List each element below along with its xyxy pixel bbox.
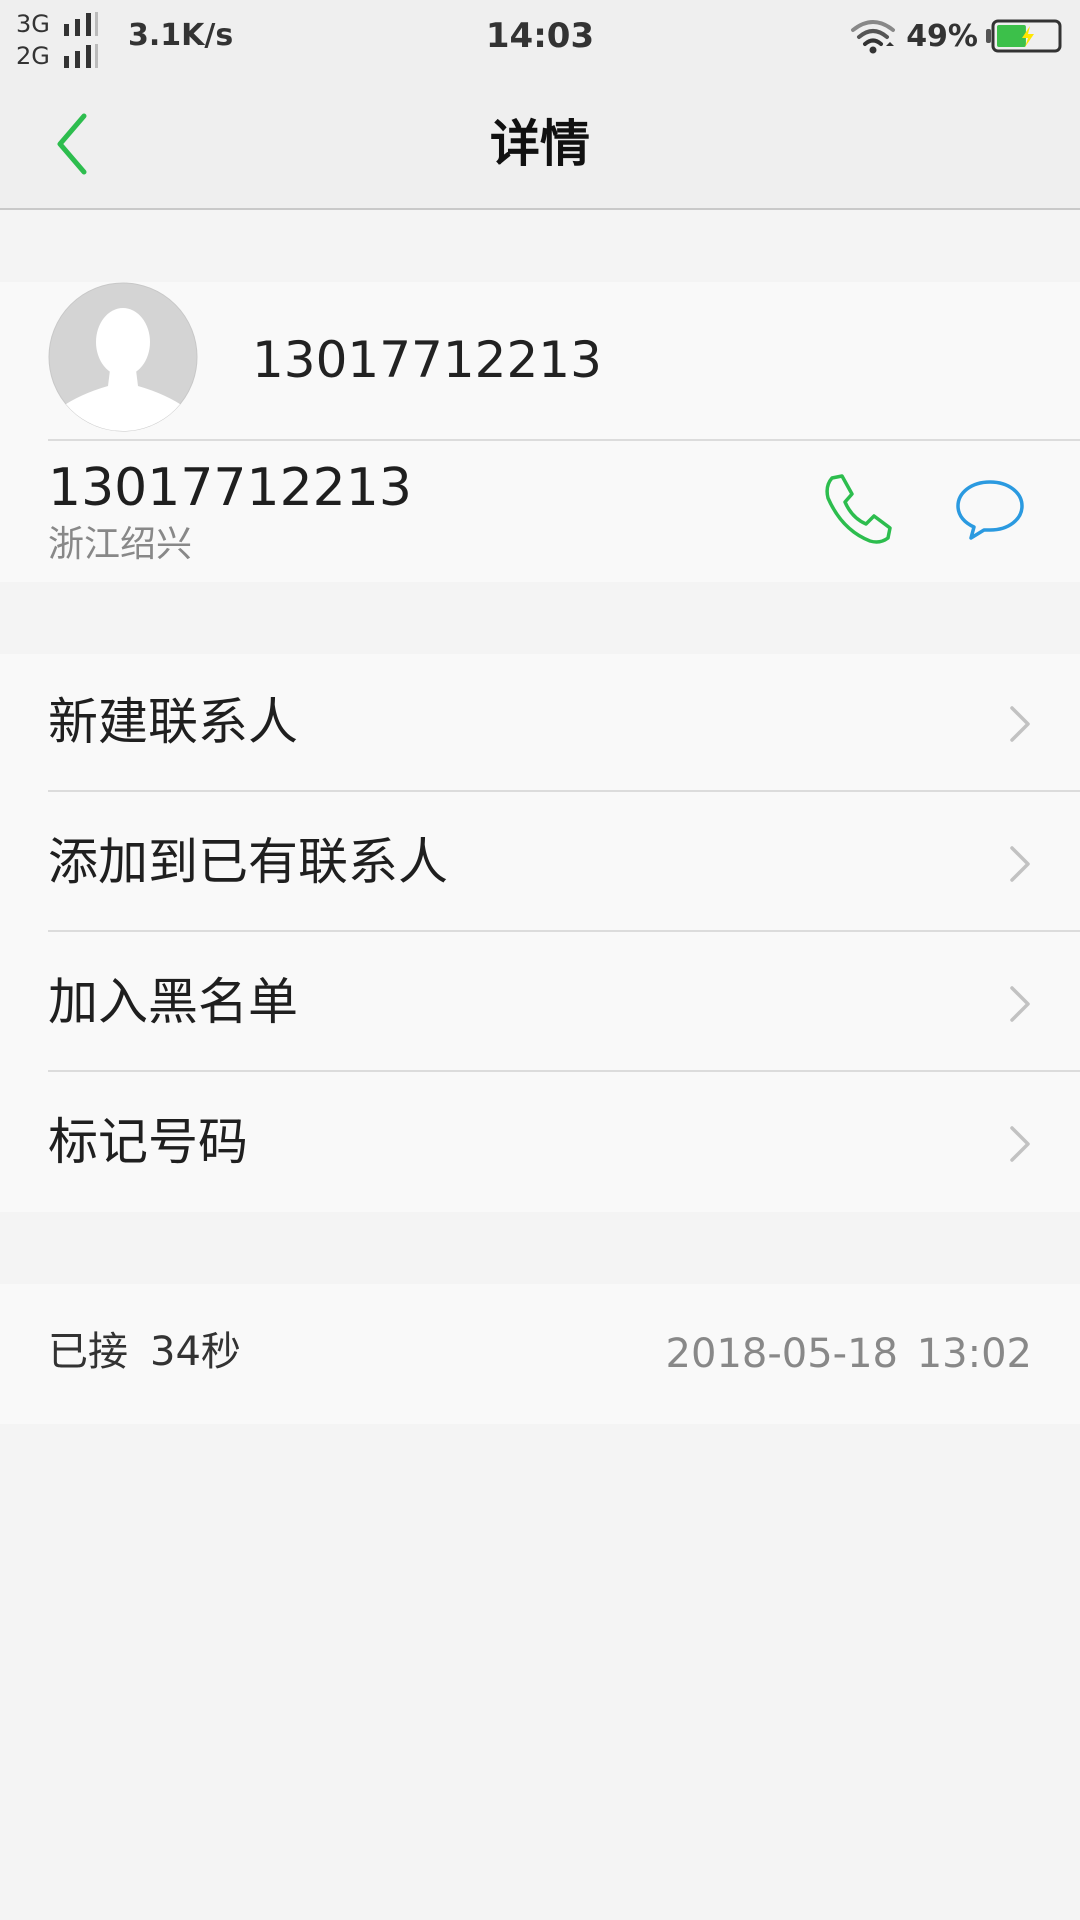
battery-percent: 49%	[906, 18, 978, 54]
divider	[48, 930, 1080, 932]
menu-item-add-to-existing[interactable]: 添加到已有联系人	[0, 794, 1080, 932]
wifi-icon	[851, 20, 896, 54]
contact-card: 13017712213 13017712213 浙江绍兴	[0, 282, 1080, 582]
chevron-right-icon	[1010, 706, 1030, 742]
action-menu: 新建联系人 添加到已有联系人 加入黑名单 标记号码	[0, 654, 1080, 1212]
number-location: 浙江绍兴	[48, 524, 193, 565]
chevron-right-icon	[1010, 1126, 1030, 1162]
menu-item-label: 标记号码	[48, 1113, 248, 1171]
default-avatar-icon	[48, 282, 198, 432]
message-bubble-icon	[956, 480, 1024, 540]
contact-name: 13017712213	[252, 331, 602, 389]
phone-number[interactable]: 13017712213	[48, 458, 412, 518]
menu-item-label: 加入黑名单	[48, 973, 298, 1031]
call-duration: 34秒	[150, 1329, 241, 1375]
call-status: 已接	[48, 1329, 128, 1375]
menu-item-mark-number[interactable]: 标记号码	[0, 1074, 1080, 1212]
call-datetime: 2018-05-18 13:02	[665, 1331, 1032, 1377]
menu-item-label: 添加到已有联系人	[48, 833, 448, 891]
chevron-right-icon	[1010, 986, 1030, 1022]
battery-charging-icon	[986, 19, 1062, 53]
menu-item-blacklist[interactable]: 加入黑名单	[0, 934, 1080, 1072]
chevron-right-icon	[1010, 846, 1030, 882]
divider	[48, 790, 1080, 792]
menu-item-new-contact[interactable]: 新建联系人	[0, 654, 1080, 792]
divider	[48, 439, 1080, 441]
page-title: 详情	[490, 115, 590, 173]
message-button[interactable]	[954, 478, 1026, 542]
title-bar: 详情	[0, 80, 1080, 210]
divider	[48, 1070, 1080, 1072]
call-log-entry: 已接 34秒 2018-05-18 13:02	[0, 1284, 1080, 1424]
status-right: 49%	[850, 16, 1062, 56]
phone-icon	[825, 474, 892, 544]
call-button[interactable]	[820, 472, 894, 546]
status-bar: 3G 2G 3.1K/s 14:03 49%	[0, 0, 1080, 80]
menu-item-label: 新建联系人	[48, 693, 298, 751]
